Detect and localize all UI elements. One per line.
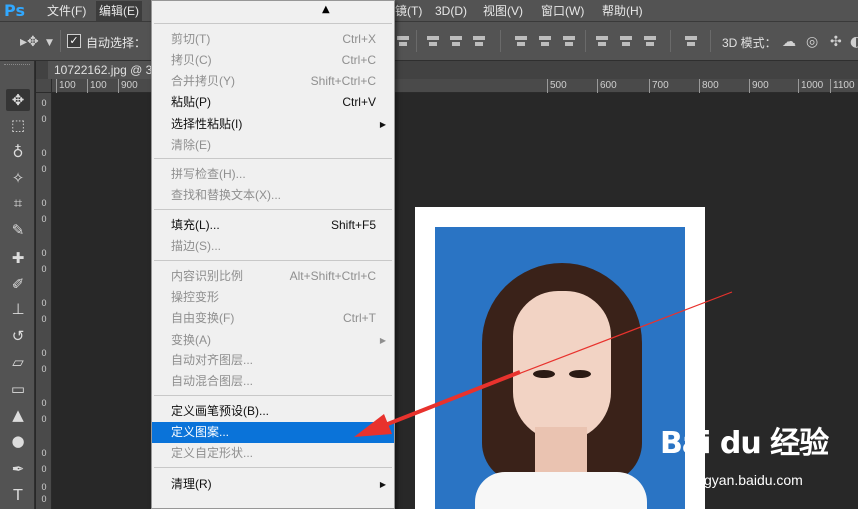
- annotation-arrow-shaft: [379, 370, 521, 429]
- annotation-arrowhead: [354, 414, 392, 437]
- annotation-arrow-icon: [354, 291, 733, 437]
